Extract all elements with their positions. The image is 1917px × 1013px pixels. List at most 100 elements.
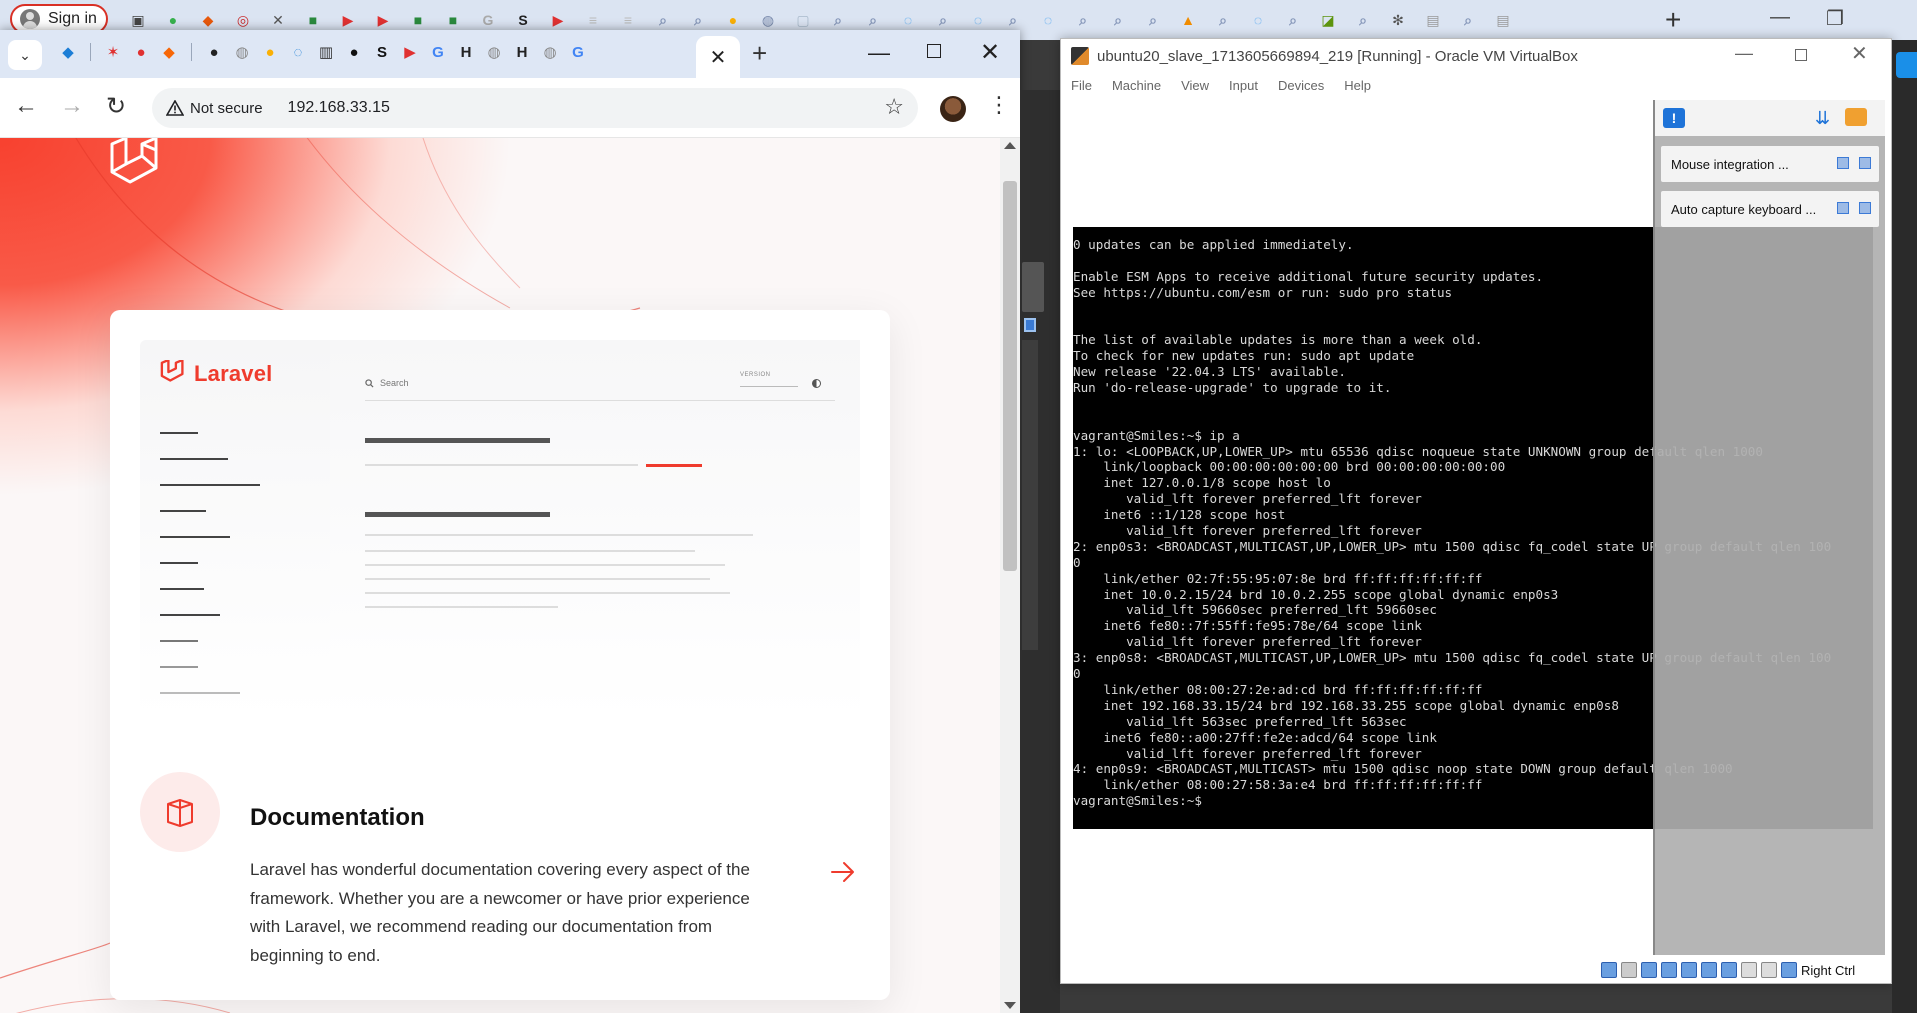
- google-icon[interactable]: G: [428, 42, 448, 62]
- close-icon[interactable]: ✕: [266, 8, 290, 32]
- audio-icon[interactable]: [1641, 962, 1657, 978]
- scroll-thumb[interactable]: [1003, 181, 1017, 571]
- edge-blue-icon[interactable]: [1896, 52, 1917, 78]
- search-icon[interactable]: ⌕: [686, 8, 710, 32]
- orange-cube-icon[interactable]: ◆: [159, 42, 179, 62]
- yellow-icon[interactable]: ●: [721, 8, 745, 32]
- chrome-minimize-button[interactable]: —: [868, 40, 890, 66]
- search-icon[interactable]: ⌕: [1456, 8, 1480, 32]
- notification-item[interactable]: Auto capture keyboard ...: [1661, 191, 1879, 227]
- search-icon[interactable]: ⌕: [931, 8, 955, 32]
- search-icon[interactable]: ⌕: [861, 8, 885, 32]
- loading-icon[interactable]: ◌: [1246, 8, 1270, 32]
- chrome-close-button[interactable]: ✕: [980, 38, 1000, 67]
- calendar-icon[interactable]: ▤: [1491, 8, 1515, 32]
- blue-cube-icon[interactable]: ◆: [58, 42, 78, 62]
- search-icon[interactable]: ⌕: [826, 8, 850, 32]
- active-tab-close-button[interactable]: ✕: [696, 36, 740, 78]
- menu-view[interactable]: View: [1181, 78, 1209, 93]
- reload-button[interactable]: ↻: [106, 92, 126, 121]
- search-icon[interactable]: ⌕: [651, 8, 675, 32]
- search-icon[interactable]: ⌕: [1351, 8, 1375, 32]
- chart-icon[interactable]: ▥: [316, 42, 336, 62]
- forward-button[interactable]: →: [60, 92, 84, 120]
- globe-icon[interactable]: ◍: [484, 42, 504, 62]
- image-icon[interactable]: ◪: [1316, 8, 1340, 32]
- url-text[interactable]: 192.168.33.15: [288, 99, 390, 117]
- new-tab-button[interactable]: +: [752, 38, 767, 69]
- notification-item[interactable]: Mouse integration ...: [1661, 146, 1879, 182]
- background-restore-button[interactable]: ❐: [1826, 6, 1844, 31]
- h-icon[interactable]: H: [512, 42, 532, 62]
- mute-notification-icon[interactable]: [1837, 202, 1849, 214]
- doc-icon[interactable]: ≡: [581, 8, 605, 32]
- search-icon[interactable]: ⌕: [1001, 8, 1025, 32]
- background-new-tab-button[interactable]: +: [1665, 4, 1681, 36]
- mute-notification-icon[interactable]: [1837, 157, 1849, 169]
- profile-avatar[interactable]: [940, 96, 966, 122]
- meet-icon[interactable]: ■: [441, 8, 465, 32]
- meet-icon[interactable]: ■: [406, 8, 430, 32]
- usb-icon[interactable]: [1681, 962, 1697, 978]
- h-icon[interactable]: H: [456, 42, 476, 62]
- s-icon[interactable]: S: [511, 8, 535, 32]
- virtualbox-close-button[interactable]: ✕: [1851, 41, 1868, 66]
- clear-all-icon[interactable]: [1845, 108, 1867, 126]
- cpu-icon[interactable]: [1761, 962, 1777, 978]
- site-security-chip[interactable]: Not secure: [166, 100, 278, 117]
- bookmark-star-icon[interactable]: ☆: [884, 94, 904, 120]
- spark-icon[interactable]: ✻: [1386, 8, 1410, 32]
- virtualbox-maximize-button[interactable]: [1795, 49, 1807, 61]
- search-icon[interactable]: ⌕: [1106, 8, 1130, 32]
- google-icon[interactable]: G: [476, 8, 500, 32]
- red-shape-icon[interactable]: ◎: [231, 8, 255, 32]
- youtube-icon[interactable]: ▶: [400, 42, 420, 62]
- menu-machine[interactable]: Machine: [1112, 78, 1161, 93]
- bulb-icon[interactable]: ●: [260, 42, 280, 62]
- arrow-right-icon[interactable]: [830, 860, 856, 884]
- loading-icon[interactable]: ◌: [288, 42, 308, 62]
- chrome-menu-button[interactable]: ⋮: [988, 92, 1010, 118]
- doc-icon[interactable]: ≡: [616, 8, 640, 32]
- virtualbox-minimize-button[interactable]: —: [1735, 43, 1753, 64]
- dismiss-notification-icon[interactable]: [1859, 157, 1871, 169]
- hard-disk-icon[interactable]: [1601, 962, 1617, 978]
- menu-input[interactable]: Input: [1229, 78, 1258, 93]
- display-icon[interactable]: [1721, 962, 1737, 978]
- meet-icon[interactable]: ■: [301, 8, 325, 32]
- youtube-icon[interactable]: ▶: [546, 8, 570, 32]
- figure-icon[interactable]: ✶: [103, 42, 123, 62]
- google-icon[interactable]: G: [568, 42, 588, 62]
- laravel-logo[interactable]: [108, 138, 168, 198]
- tab-search-button[interactable]: ⌄: [8, 40, 42, 70]
- shared-folders-icon[interactable]: [1701, 962, 1717, 978]
- orange-icon[interactable]: ▲: [1176, 8, 1200, 32]
- globe-icon[interactable]: ◍: [540, 42, 560, 62]
- search-icon[interactable]: ⌕: [1211, 8, 1235, 32]
- chrome-maximize-button[interactable]: [927, 44, 941, 58]
- tab-panel-icon[interactable]: ▣: [126, 8, 150, 32]
- background-minimize-button[interactable]: —: [1770, 6, 1790, 29]
- github-icon[interactable]: ●: [204, 42, 224, 62]
- dismiss-notification-icon[interactable]: [1859, 202, 1871, 214]
- network-icon[interactable]: [1661, 962, 1677, 978]
- red-diamond-icon[interactable]: ◆: [196, 8, 220, 32]
- side-panel-blue-icon[interactable]: [1024, 318, 1036, 332]
- menu-file[interactable]: File: [1071, 78, 1092, 93]
- sort-down-icon[interactable]: ⇊: [1815, 108, 1830, 129]
- info-icon[interactable]: !: [1663, 108, 1685, 128]
- optical-drive-icon[interactable]: [1621, 962, 1637, 978]
- s-icon[interactable]: S: [372, 42, 392, 62]
- page-icon[interactable]: ▢: [791, 8, 815, 32]
- redhat-icon[interactable]: ●: [131, 42, 151, 62]
- menu-help[interactable]: Help: [1344, 78, 1371, 93]
- menu-devices[interactable]: Devices: [1278, 78, 1324, 93]
- back-button[interactable]: ←: [14, 92, 38, 120]
- globe-icon[interactable]: ◍: [232, 42, 252, 62]
- scroll-up-icon[interactable]: [1004, 142, 1016, 149]
- scroll-down-icon[interactable]: [1004, 1002, 1016, 1009]
- calendar-icon[interactable]: ▤: [1421, 8, 1445, 32]
- search-icon[interactable]: ⌕: [1071, 8, 1095, 32]
- loading-icon[interactable]: ◌: [966, 8, 990, 32]
- mouse-integration-icon[interactable]: [1781, 962, 1797, 978]
